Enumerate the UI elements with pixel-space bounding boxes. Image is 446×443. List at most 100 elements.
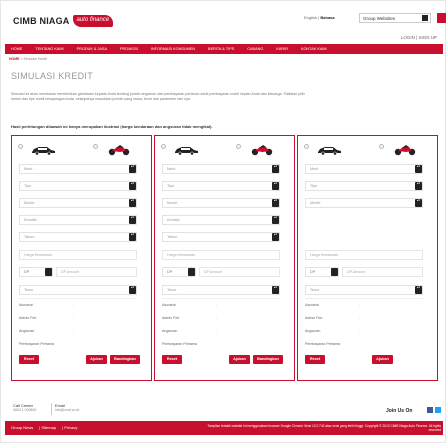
kondisi-select[interactable]: Kondisi (162, 215, 280, 225)
spinner-icon (415, 198, 422, 207)
tenor-select[interactable]: Tenor (305, 285, 423, 295)
harga-kendaraan-input[interactable]: Harga Kendaraan (19, 250, 137, 260)
nav-item-berita-tips[interactable]: BERITA & TIPS (208, 47, 234, 51)
nav-item-tentang-kami[interactable]: TENTANG KAMI (35, 47, 63, 51)
dp-amount-input[interactable]: DP Amount (56, 267, 137, 277)
login-signup-link[interactable]: LOGIN | SIGN UP (401, 35, 437, 40)
dp-select[interactable]: DP (162, 267, 196, 277)
merk-label: Merk (167, 167, 176, 171)
reset-button[interactable]: Reset (19, 355, 39, 364)
tipe-label: Tipe (167, 184, 175, 188)
dp-amount-input[interactable]: DP Amount (342, 267, 423, 277)
join-us-label: Join Us On (386, 408, 413, 414)
car-icon (175, 147, 198, 155)
nav-item-promosi[interactable]: PROMOSI (120, 47, 138, 51)
harga-placeholder: Harga Kendaraan (310, 253, 339, 257)
tipe-select[interactable]: Tipe (305, 181, 423, 191)
spinner-icon (272, 285, 279, 294)
kondisi-select[interactable]: Kondisi (19, 215, 137, 225)
ajukan-button[interactable]: Ajukan (86, 355, 107, 364)
call-center-number[interactable]: 0804 1 000800 (13, 408, 36, 412)
nav-item-informasi-konsumen[interactable]: INFORMASI KONSUMEN (151, 47, 195, 51)
model-select[interactable]: Model (162, 198, 280, 208)
tenor-select[interactable]: Tenor (19, 285, 137, 295)
email-address[interactable]: info@cnaf.co.id (55, 408, 79, 412)
motorcycle-radio[interactable] (93, 144, 98, 149)
model-label: Model (310, 201, 321, 205)
asuransi-row: Asuransi: (162, 303, 217, 307)
ajukan-button[interactable]: Ajukan (229, 355, 250, 364)
group-websites-select[interactable]: Group Websites (359, 13, 431, 23)
harga-kendaraan-input[interactable]: Harga Kendaraan (162, 250, 280, 260)
nav-item-karir[interactable]: KARIR (276, 47, 288, 51)
dp-amount-placeholder: DP Amount (61, 270, 80, 274)
call-center: Call Center 0804 1 000800 (13, 403, 36, 412)
admin-fee-label: Admin Fee (162, 316, 180, 320)
group-marker-icon (437, 13, 446, 23)
angsuran-label: Angsuran (305, 329, 321, 333)
spinner-icon (415, 285, 422, 294)
tipe-label: Tipe (24, 184, 32, 188)
merk-select[interactable]: Merk (19, 164, 137, 174)
spinner-icon (129, 198, 136, 207)
footer-link-privacy[interactable]: Privacy (64, 425, 77, 430)
pembayaran-pertama-row: Pembayaran Pertama: (162, 342, 217, 346)
asuransi-label: Asuransi (19, 303, 33, 307)
twitter-icon[interactable] (435, 407, 441, 413)
bandingkan-button[interactable]: Bandingkan (253, 355, 283, 364)
breadcrumb-home[interactable]: HOME (9, 57, 20, 61)
cimb-niaga-auto-finance-logo[interactable]: CIMB NIAGA auto finance (13, 15, 114, 27)
tenor-label: Tenor (167, 288, 177, 292)
merk-select[interactable]: Merk (305, 164, 423, 174)
tipe-select[interactable]: Tipe (19, 181, 137, 191)
group-websites-label: Group Websites (363, 16, 396, 21)
angsuran-row: Angsuran: (19, 329, 74, 333)
car-radio[interactable] (161, 144, 166, 149)
logo-text: CIMB NIAGA (13, 16, 70, 26)
ajukan-button[interactable]: Ajukan (372, 355, 393, 364)
motorcycle-radio[interactable] (236, 144, 241, 149)
dp-select[interactable]: DP (305, 267, 339, 277)
tahun-select[interactable]: Tahun (162, 232, 280, 242)
divider (162, 298, 280, 299)
model-select[interactable]: Model (305, 198, 423, 208)
harga-kendaraan-input[interactable]: Harga Kendaraan (305, 250, 423, 260)
pembayaran-pertama-label: Pembayaran Pertama (305, 342, 340, 346)
facebook-icon[interactable] (427, 407, 433, 413)
dp-amount-input[interactable]: DP Amount (199, 267, 280, 277)
dp-select[interactable]: DP (19, 267, 53, 277)
spinner-icon (415, 164, 422, 173)
nav-item-cabang[interactable]: CABANG (247, 47, 263, 51)
reset-button[interactable]: Reset (305, 355, 325, 364)
kondisi-label: Kondisi (167, 218, 180, 222)
nav-item-kontak-kami[interactable]: KONTAK KAMI (301, 47, 327, 51)
spinner-icon (188, 268, 195, 276)
admin-fee-label: Admin Fee (305, 316, 323, 320)
model-select[interactable]: Model (19, 198, 137, 208)
main-nav: HOME TENTANG KAMI PRODUK & JASA PROMOSI … (5, 44, 443, 54)
admin-fee-label: Admin Fee (19, 316, 37, 320)
lang-bahasa[interactable]: Bahasa (320, 15, 334, 20)
tipe-select[interactable]: Tipe (162, 181, 280, 191)
harga-placeholder: Harga Kendaraan (167, 253, 196, 257)
merk-select[interactable]: Merk (162, 164, 280, 174)
nav-item-produk-jasa[interactable]: PRODUK & JASA (77, 47, 107, 51)
motorcycle-radio[interactable] (379, 144, 384, 149)
spinner-icon (45, 268, 52, 276)
angsuran-row: Angsuran: (305, 329, 360, 333)
lang-english[interactable]: English (304, 15, 317, 20)
tahun-select[interactable]: Tahun (19, 232, 137, 242)
reset-button[interactable]: Reset (162, 355, 182, 364)
calculator-column-2: Merk Tipe Model Kondisi Tahun Harga Kend… (154, 135, 295, 381)
spinner-icon (129, 285, 136, 294)
nav-item-home[interactable]: HOME (11, 47, 22, 51)
tenor-select[interactable]: Tenor (162, 285, 280, 295)
car-radio[interactable] (304, 144, 309, 149)
car-radio[interactable] (18, 144, 23, 149)
footer-link-group-news[interactable]: Group News (11, 425, 33, 430)
bandingkan-button[interactable]: Bandingkan (110, 355, 140, 364)
footer-link-sitemap[interactable]: Sitemap (41, 425, 56, 430)
pembayaran-pertama-row: Pembayaran Pertama: (305, 342, 360, 346)
motorcycle-icon (108, 145, 130, 156)
asuransi-label: Asuransi (305, 303, 319, 307)
